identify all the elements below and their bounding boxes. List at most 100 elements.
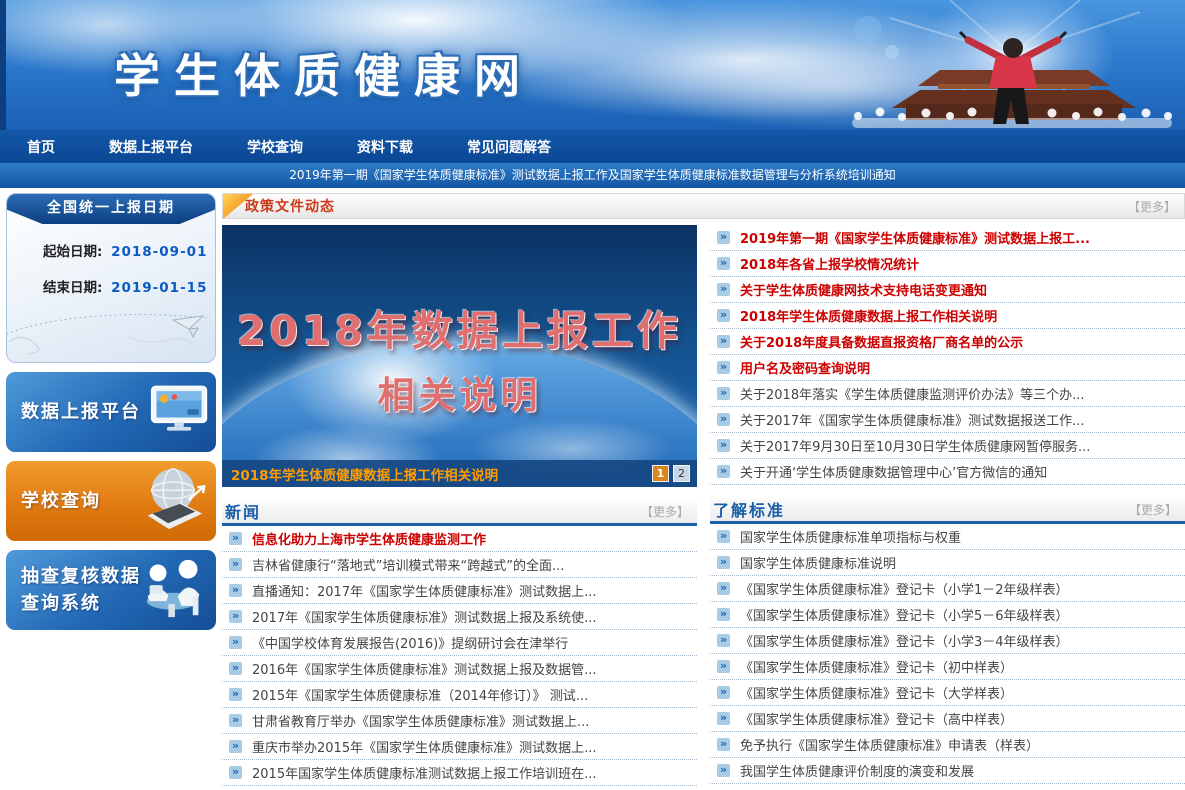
nav-item[interactable]: 学校查询	[220, 137, 330, 157]
standards-section-header: 了解标准 【更多】	[710, 497, 1185, 524]
news-list-item[interactable]: » 2016年《国家学生体质健康标准》测试数据上报及数据管...	[222, 656, 697, 682]
arrow-bullet-icon: »	[229, 636, 242, 649]
arrow-bullet-icon: »	[717, 582, 730, 595]
arrow-bullet-icon: »	[717, 530, 730, 543]
news-more-link[interactable]: 【更多】	[641, 503, 689, 520]
sidebar-button[interactable]: 数据上报平台	[6, 372, 216, 452]
nav-item[interactable]: 首页	[0, 137, 82, 157]
notice-marquee[interactable]: 2019年第一期《国家学生体质健康标准》测试数据上报工作及国家学生体质健康标准数…	[0, 163, 1185, 188]
page: 学生体质健康网	[0, 0, 1185, 790]
start-date-row: 起始日期: 2018-09-01	[43, 240, 215, 260]
arrow-bullet-icon: »	[717, 764, 730, 777]
main-nav: 首页 数据上报平台 学校查询 资料下载 常见问题解答	[0, 130, 1185, 163]
arrow-bullet-icon: »	[717, 257, 730, 270]
sidebar-button[interactable]: 抽查复核数据 查询系统	[6, 550, 216, 630]
site-logo: 学生体质健康网	[114, 40, 534, 106]
people-desk-icon	[138, 557, 210, 623]
standards-more-link[interactable]: 【更多】	[1129, 501, 1177, 518]
main-content: 政策文件动态 【更多】 2018年数据上报工作 相关说明	[222, 193, 1185, 786]
standards-list-item[interactable]: » 国家学生体质健康标准说明	[710, 550, 1185, 576]
right-column: » 2019年第一期《国家学生体质健康标准》测试数据上报工... » 2018年…	[710, 225, 1185, 786]
news-list-item[interactable]: » 吉林省健康行“落地式”培训模式带来“跨越式”的全面...	[222, 552, 697, 578]
news-list-item[interactable]: » 甘肃省教育厅举办《国家学生体质健康标准》测试数据上...	[222, 708, 697, 734]
standards-list-item[interactable]: » 《国家学生体质健康标准》登记卡（小学3－4年级样表）	[710, 628, 1185, 654]
policy-list-item[interactable]: » 2018年各省上报学校情况统计	[710, 251, 1185, 277]
arrow-bullet-icon: »	[717, 712, 730, 725]
standards-list-item[interactable]: » 《国家学生体质健康标准》登记卡（高中样表）	[710, 706, 1185, 732]
news-list-item[interactable]: » 《中国学校体育发展报告(2016)》提纲研讨会在津举行	[222, 630, 697, 656]
arrow-bullet-icon: »	[717, 686, 730, 699]
standards-list-item[interactable]: » 《国家学生体质健康标准》登记卡（小学5－6年级样表）	[710, 602, 1185, 628]
news-list-item[interactable]: » 直播通知：2017年《国家学生体质健康标准》测试数据上...	[222, 578, 697, 604]
arrow-bullet-icon: »	[717, 634, 730, 647]
policy-list-item[interactable]: » 关于2018年度具备数据直报资格厂商名单的公示	[710, 329, 1185, 355]
standards-list-item[interactable]: » 《国家学生体质健康标准》登记卡（初中样表）	[710, 654, 1185, 680]
nav-item[interactable]: 常见问题解答	[440, 137, 578, 157]
news-list-item[interactable]: » 2015年《国家学生体质健康标准（2014年修订）》 测试...	[222, 682, 697, 708]
arrow-bullet-icon: »	[717, 465, 730, 478]
arrow-bullet-icon: »	[229, 766, 242, 779]
arrow-bullet-icon: »	[717, 335, 730, 348]
news-section-header: 新闻 【更多】	[222, 499, 697, 526]
carousel-page-button[interactable]: 2	[673, 465, 690, 482]
policy-list-item[interactable]: » 2019年第一期《国家学生体质健康标准》测试数据上报工...	[710, 225, 1185, 251]
standards-section-title: 了解标准	[710, 497, 785, 521]
arrow-bullet-icon: »	[717, 439, 730, 452]
policy-list-item[interactable]: » 关于开通‘学生体质健康数据管理中心’官方微信的通知	[710, 459, 1185, 485]
arrow-bullet-icon: »	[229, 740, 242, 753]
end-date-label: 结束日期:	[43, 280, 102, 296]
monitor-icon	[150, 384, 210, 440]
carousel-slide[interactable]: 2018年数据上报工作 相关说明 2018年学生体质健康数据上报工作相关说明 1…	[222, 225, 697, 487]
arrow-bullet-icon: »	[717, 231, 730, 244]
policy-more-link[interactable]: 【更多】	[1128, 198, 1176, 215]
nav-item[interactable]: 资料下载	[330, 137, 440, 157]
arrow-bullet-icon: »	[229, 584, 242, 597]
policy-list-item[interactable]: » 关于学生体质健康网技术支持电话变更通知	[710, 277, 1185, 303]
policy-list-item[interactable]: » 用户名及密码查询说明	[710, 355, 1185, 381]
news-list-item[interactable]: » 重庆市举办2015年《国家学生体质健康标准》测试数据上...	[222, 734, 697, 760]
left-column: 2018年数据上报工作 相关说明 2018年学生体质健康数据上报工作相关说明 1…	[222, 225, 697, 786]
standards-list-item[interactable]: » 《国家学生体质健康标准》登记卡（大学样表）	[710, 680, 1185, 706]
policy-section-header: 政策文件动态 【更多】	[222, 193, 1185, 219]
policy-list-item[interactable]: » 关于2017年9月30日至10月30日学生体质健康网暂停服务...	[710, 433, 1185, 459]
policy-list: » 2019年第一期《国家学生体质健康标准》测试数据上报工... » 2018年…	[710, 225, 1185, 485]
paper-plane-decor	[7, 296, 215, 358]
standards-list-item[interactable]: » 免予执行《国家学生体质健康标准》申请表（样表）	[710, 732, 1185, 758]
sidebar-button-label: 抽查复核数据 查询系统	[21, 563, 153, 617]
standards-list-item[interactable]: » 我国学生体质健康评价制度的演变和发展	[710, 758, 1185, 784]
carousel-page-button[interactable]: 1	[652, 465, 669, 482]
content-area: 全国统一上报日期 起始日期: 2018-09-01 结束日期: 2019-01-…	[0, 188, 1185, 786]
sidebar-button[interactable]: 学校查询	[6, 461, 216, 541]
arrow-bullet-icon: »	[229, 532, 242, 545]
carousel-caption[interactable]: 2018年学生体质健康数据上报工作相关说明	[231, 464, 498, 484]
arrow-bullet-icon: »	[229, 688, 242, 701]
standards-list-item[interactable]: » 《国家学生体质健康标准》登记卡（小学1－2年级样表）	[710, 576, 1185, 602]
arrow-bullet-icon: »	[717, 387, 730, 400]
carousel-caption-bar: 2018年学生体质健康数据上报工作相关说明 1 2	[222, 460, 697, 487]
slide-title: 2018年数据上报工作 相关说明	[222, 297, 697, 419]
news-list-item[interactable]: » 信息化助力上海市学生体质健康监测工作	[222, 526, 697, 552]
report-date-box: 全国统一上报日期 起始日期: 2018-09-01 结束日期: 2019-01-…	[6, 193, 216, 363]
nav-item[interactable]: 数据上报平台	[82, 137, 220, 157]
arrow-bullet-icon: »	[229, 714, 242, 727]
arrow-bullet-icon: »	[717, 660, 730, 673]
policy-list-item[interactable]: » 关于2018年落实《学生体质健康监测评价办法》等三个办...	[710, 381, 1185, 407]
arrow-bullet-icon: »	[229, 610, 242, 623]
sidebar-button-label: 数据上报平台	[21, 399, 153, 426]
news-list-item[interactable]: » 2015年国家学生体质健康标准测试数据上报工作培训班在...	[222, 760, 697, 786]
arrow-bullet-icon: »	[717, 738, 730, 751]
news-list-item[interactable]: » 2017年《国家学生体质健康标准》测试数据上报及系统使...	[222, 604, 697, 630]
site-header: 学生体质健康网	[0, 0, 1185, 130]
arrow-bullet-icon: »	[229, 558, 242, 571]
start-date-value: 2018-09-01	[111, 244, 207, 260]
news-section-title: 新闻	[222, 499, 261, 523]
sidebar: 全国统一上报日期 起始日期: 2018-09-01 结束日期: 2019-01-…	[6, 193, 216, 786]
end-date-value: 2019-01-15	[111, 280, 207, 296]
policy-list-item[interactable]: » 关于2017年《国家学生体质健康标准》测试数据报送工作...	[710, 407, 1185, 433]
carousel-pager: 1 2	[652, 465, 690, 482]
policy-list-item[interactable]: » 2018年学生体质健康数据上报工作相关说明	[710, 303, 1185, 329]
arrow-bullet-icon: »	[717, 556, 730, 569]
standards-list-item[interactable]: » 国家学生体质健康标准单项指标与权重	[710, 524, 1185, 550]
policy-section-title: 政策文件动态	[245, 196, 335, 216]
header-hero-image	[840, 0, 1185, 130]
